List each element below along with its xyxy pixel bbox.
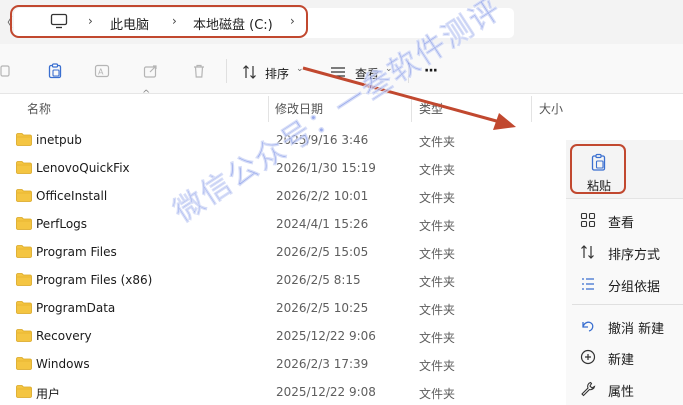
folder-icon (16, 301, 32, 314)
folder-icon (16, 273, 32, 286)
sort-icon[interactable] (242, 64, 258, 80)
context-item-undo-new[interactable]: 撤消 新建 (608, 318, 664, 337)
file-name: PerfLogs (36, 217, 88, 231)
toolbar-divider (226, 59, 227, 83)
file-row[interactable]: 用户 2025/12/22 9:08 文件夹 (0, 378, 560, 405)
group-by-icon (582, 278, 594, 290)
paste-icon[interactable] (47, 63, 63, 79)
context-item-properties[interactable]: 属性 (608, 381, 634, 400)
paste-highlight-box (570, 144, 626, 194)
file-row[interactable]: Program Files 2026/2/5 15:05 文件夹 (0, 238, 560, 266)
file-name: 用户 (36, 387, 61, 401)
view-grid-icon (580, 212, 596, 228)
new-icon (580, 349, 596, 365)
file-type: 文件夹 (419, 303, 456, 317)
context-item-view[interactable]: 查看 (608, 212, 634, 231)
file-type: 文件夹 (419, 163, 456, 177)
file-row[interactable]: PerfLogs 2024/4/1 15:26 文件夹 (0, 210, 560, 238)
file-name: inetpub (36, 133, 82, 147)
chevron-down-icon[interactable]: ⌄ (296, 64, 304, 74)
delete-icon[interactable] (191, 63, 207, 79)
file-modified-date: 2025/12/22 9:06 (276, 329, 376, 343)
file-row[interactable]: Windows 2026/2/3 17:39 文件夹 (0, 350, 560, 378)
sort-up-indicator-icon: ^ (142, 89, 151, 100)
file-name: Program Files (x86) (36, 273, 153, 287)
column-header-name[interactable]: 名称 (27, 100, 51, 117)
folder-icon (16, 329, 32, 342)
file-name: Windows (36, 357, 90, 371)
folder-icon (16, 385, 32, 398)
sort-icon (581, 245, 594, 259)
context-item-group-by[interactable]: 分组依据 (608, 276, 660, 295)
file-type: 文件夹 (419, 331, 456, 345)
undo-icon (582, 321, 594, 332)
file-modified-date: 2026/1/30 15:19 (276, 161, 376, 175)
file-row[interactable]: Program Files (x86) 2026/2/5 8:15 文件夹 (0, 266, 560, 294)
file-row[interactable]: Recovery 2025/12/22 9:06 文件夹 (0, 322, 560, 350)
context-item-new[interactable]: 新建 (608, 349, 634, 368)
file-type: 文件夹 (419, 387, 456, 401)
file-modified-date: 2026/2/5 8:15 (276, 273, 361, 287)
address-highlight-box (10, 5, 308, 38)
file-modified-date: 2025/12/22 9:08 (276, 385, 376, 399)
file-type: 文件夹 (419, 219, 456, 233)
file-name: LenovoQuickFix (36, 161, 130, 175)
file-modified-date: 2026/2/2 10:01 (276, 189, 369, 203)
context-item-sort-by[interactable]: 排序方式 (608, 244, 660, 263)
back-arrow-icon[interactable]: 〈 (0, 12, 13, 32)
properties-wrench-icon (581, 381, 596, 397)
folder-icon (16, 217, 32, 230)
file-type: 文件夹 (419, 275, 456, 289)
file-row[interactable]: OfficeInstall 2026/2/2 10:01 文件夹 (0, 182, 560, 210)
folder-icon (16, 161, 32, 174)
rename-icon[interactable]: A (94, 63, 110, 79)
share-icon[interactable] (143, 63, 159, 79)
file-modified-date: 2026/2/5 10:25 (276, 301, 369, 315)
folder-icon (16, 189, 32, 202)
file-modified-date: 2026/2/3 17:39 (276, 357, 369, 371)
context-menu-divider (572, 304, 683, 305)
column-header-type[interactable]: 类型 (419, 100, 443, 117)
column-divider[interactable] (411, 96, 412, 122)
column-divider[interactable] (531, 96, 532, 122)
svg-text:A: A (98, 68, 104, 77)
file-modified-date: 2024/4/1 15:26 (276, 217, 369, 231)
file-row[interactable]: ProgramData 2026/2/5 10:25 文件夹 (0, 294, 560, 322)
file-name: Program Files (36, 245, 117, 259)
file-type: 文件夹 (419, 359, 456, 373)
folder-icon (16, 357, 32, 370)
folder-icon (16, 245, 32, 258)
column-header-size[interactable]: 大小 (539, 100, 563, 117)
file-name: ProgramData (36, 301, 116, 315)
file-type: 文件夹 (419, 135, 456, 149)
folder-icon (16, 133, 32, 146)
copy-icon[interactable] (0, 63, 16, 79)
file-type: 文件夹 (419, 191, 456, 205)
file-modified-date: 2026/2/5 15:05 (276, 245, 369, 259)
file-name: OfficeInstall (36, 189, 108, 203)
column-divider[interactable] (268, 96, 269, 122)
sort-button[interactable]: 排序 (265, 65, 289, 82)
file-name: Recovery (36, 329, 92, 343)
file-type: 文件夹 (419, 247, 456, 261)
